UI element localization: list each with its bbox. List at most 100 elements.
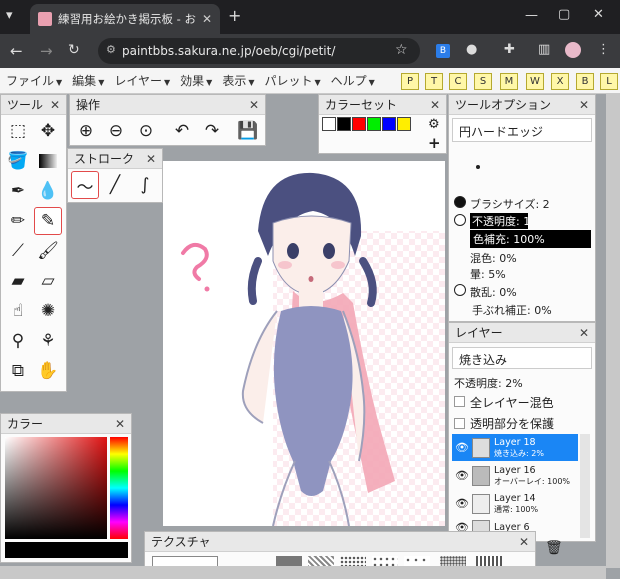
menu-file[interactable]: ファイル ▼ bbox=[6, 72, 62, 89]
close-icon[interactable]: ✕ bbox=[430, 98, 440, 112]
saturation-value-picker[interactable] bbox=[5, 437, 107, 539]
pen-icon[interactable]: ✎ bbox=[34, 207, 62, 235]
layer-opacity-slider[interactable]: 不透明度: 2% bbox=[454, 375, 523, 391]
menu-view[interactable]: 表示 ▼ bbox=[222, 72, 254, 89]
save-icon[interactable]: 💾 bbox=[234, 117, 262, 145]
mix-slider[interactable]: 混色: 0% bbox=[470, 250, 517, 266]
texture-button-b[interactable]: B bbox=[576, 73, 594, 90]
freehand-stroke-icon[interactable]: 〜 bbox=[71, 171, 99, 199]
close-icon[interactable]: ✕ bbox=[50, 98, 60, 112]
maximize-icon[interactable]: ▢ bbox=[558, 7, 570, 22]
move-icon[interactable]: ✥ bbox=[34, 117, 62, 145]
zoom-100-icon[interactable]: ⊙ bbox=[132, 117, 160, 145]
close-icon[interactable]: ✕ bbox=[519, 535, 529, 549]
color-swatch[interactable] bbox=[337, 117, 351, 131]
bezier-stroke-icon[interactable]: ∫ bbox=[131, 171, 159, 199]
brush-size-radio[interactable] bbox=[454, 196, 466, 208]
smudge-icon[interactable]: ☝ bbox=[4, 297, 32, 325]
settings-gear-icon[interactable]: ⚙ bbox=[428, 117, 440, 132]
close-icon[interactable]: ✕ bbox=[579, 326, 589, 340]
add-color-icon[interactable]: + bbox=[428, 134, 441, 152]
vertical-scrollbar[interactable] bbox=[606, 94, 620, 568]
water-drop-icon[interactable]: 💧 bbox=[34, 177, 62, 205]
delete-layer-icon[interactable]: 🗑 bbox=[545, 540, 563, 556]
scatter-radio[interactable] bbox=[454, 284, 466, 296]
texture-button-x[interactable]: X bbox=[551, 73, 569, 90]
opacity-radio[interactable] bbox=[454, 214, 466, 226]
side-panel-icon[interactable]: ▥ bbox=[538, 42, 550, 57]
undo-icon[interactable]: ↶ bbox=[168, 117, 196, 145]
new-tab-icon[interactable]: + bbox=[228, 6, 241, 25]
reload-icon[interactable]: ↻ bbox=[68, 42, 80, 58]
drawing-canvas[interactable] bbox=[163, 161, 445, 526]
scatter-slider[interactable]: 散乱: 0% bbox=[470, 284, 517, 300]
line-stroke-icon[interactable]: ╱ bbox=[101, 171, 129, 199]
site-info-icon[interactable]: ⚙ bbox=[106, 43, 116, 56]
extension-icon[interactable]: B bbox=[436, 44, 450, 58]
opacity-slider[interactable]: 不透明度: 128 bbox=[470, 213, 528, 229]
texture-button-m[interactable]: M bbox=[500, 73, 518, 90]
brush-icon[interactable]: 🖌 bbox=[34, 237, 62, 265]
protect-alpha-checkbox[interactable] bbox=[454, 418, 465, 429]
stabilizer-slider[interactable]: 手ぶれ補正: 0% bbox=[472, 302, 552, 318]
all-layer-mix-checkbox[interactable] bbox=[454, 396, 465, 407]
color-swatch[interactable] bbox=[352, 117, 366, 131]
color-swatch[interactable] bbox=[382, 117, 396, 131]
close-icon[interactable]: ✕ bbox=[249, 98, 259, 112]
layer-scrollbar[interactable] bbox=[580, 434, 590, 538]
forward-icon[interactable]: → bbox=[40, 42, 53, 60]
close-icon[interactable]: ✕ bbox=[579, 98, 589, 112]
brush-size-label[interactable]: ブラシサイズ: 2 bbox=[470, 196, 550, 212]
tab-search-icon[interactable]: ▾ bbox=[6, 8, 13, 23]
extensions-puzzle-icon[interactable]: ✚ bbox=[504, 42, 515, 57]
color-swatch[interactable] bbox=[322, 117, 336, 131]
layer-row[interactable]: 👁 Layer 18 焼き込み: 2% bbox=[452, 434, 578, 461]
layer-copy-icon[interactable]: ⧉ bbox=[4, 357, 32, 385]
texture-button-c[interactable]: C bbox=[449, 73, 467, 90]
layer-row[interactable]: 👁 Layer 14 通常: 100% bbox=[452, 490, 578, 517]
color-swatch[interactable] bbox=[367, 117, 381, 131]
eyedropper-icon[interactable]: ✒ bbox=[4, 177, 32, 205]
back-icon[interactable]: ← bbox=[10, 42, 23, 60]
bookmark-star-icon[interactable]: ☆ bbox=[395, 42, 408, 58]
minimize-icon[interactable]: — bbox=[525, 8, 538, 23]
lasso-brush-icon[interactable]: ⚘ bbox=[34, 327, 62, 355]
close-icon[interactable]: ✕ bbox=[146, 152, 156, 166]
menu-help[interactable]: ヘルプ ▼ bbox=[331, 72, 375, 89]
profile-avatar[interactable] bbox=[565, 42, 581, 58]
color-fill-slider[interactable]: 色補充: 100% bbox=[470, 230, 591, 248]
texture-button-p[interactable]: P bbox=[401, 73, 419, 90]
menu-layer[interactable]: レイヤー ▼ bbox=[114, 72, 170, 89]
color-swatch[interactable] bbox=[397, 117, 411, 131]
hand-icon[interactable]: ✋ bbox=[34, 357, 62, 385]
browser-menu-icon[interactable]: ⋮ bbox=[597, 42, 610, 57]
close-tab-icon[interactable]: ✕ bbox=[202, 12, 212, 26]
browser-tab[interactable]: 練習用お絵かき掲示板 - お絵かき ✕ bbox=[30, 4, 220, 34]
hue-slider[interactable] bbox=[110, 437, 128, 539]
close-icon[interactable]: ✕ bbox=[115, 417, 125, 431]
texture-button-t[interactable]: T bbox=[425, 73, 443, 90]
menu-edit[interactable]: 編集 ▼ bbox=[72, 72, 104, 89]
brush-preset-select[interactable]: 円ハードエッジ bbox=[452, 118, 592, 142]
eraser-icon[interactable]: ▰ bbox=[4, 267, 32, 295]
extension-icon-2[interactable]: ● bbox=[466, 42, 477, 57]
gradient-icon[interactable] bbox=[34, 147, 62, 175]
blend-mode-select[interactable]: 焼き込み bbox=[452, 347, 592, 369]
blur-slider[interactable]: 暈: 5% bbox=[470, 266, 506, 282]
eye-icon[interactable]: 👁 bbox=[452, 441, 472, 454]
stamp-icon[interactable]: ✺ bbox=[34, 297, 62, 325]
airbrush-icon[interactable]: ⟋ bbox=[4, 237, 32, 265]
texture-button-s[interactable]: S bbox=[474, 73, 492, 90]
eraser-soft-icon[interactable]: ▱ bbox=[34, 267, 62, 295]
layer-row[interactable]: 👁 Layer 16 オーバーレイ: 100% bbox=[452, 462, 578, 489]
eye-icon[interactable]: 👁 bbox=[452, 469, 472, 482]
fill-bucket-icon[interactable]: 🪣 bbox=[4, 147, 32, 175]
menu-effect[interactable]: 効果 ▼ bbox=[180, 72, 212, 89]
texture-button-w[interactable]: W bbox=[526, 73, 544, 90]
address-bar[interactable]: ⚙ paintbbs.sakura.ne.jp/oeb/cgi/petit/ bbox=[98, 38, 420, 64]
window-close-icon[interactable]: ✕ bbox=[593, 7, 604, 22]
zoom-in-icon[interactable]: ⊕ bbox=[72, 117, 100, 145]
select-rect-icon[interactable]: ⬚ bbox=[4, 117, 32, 145]
horizontal-scrollbar[interactable] bbox=[0, 566, 606, 579]
magnifier-icon[interactable]: ⚲ bbox=[4, 327, 32, 355]
